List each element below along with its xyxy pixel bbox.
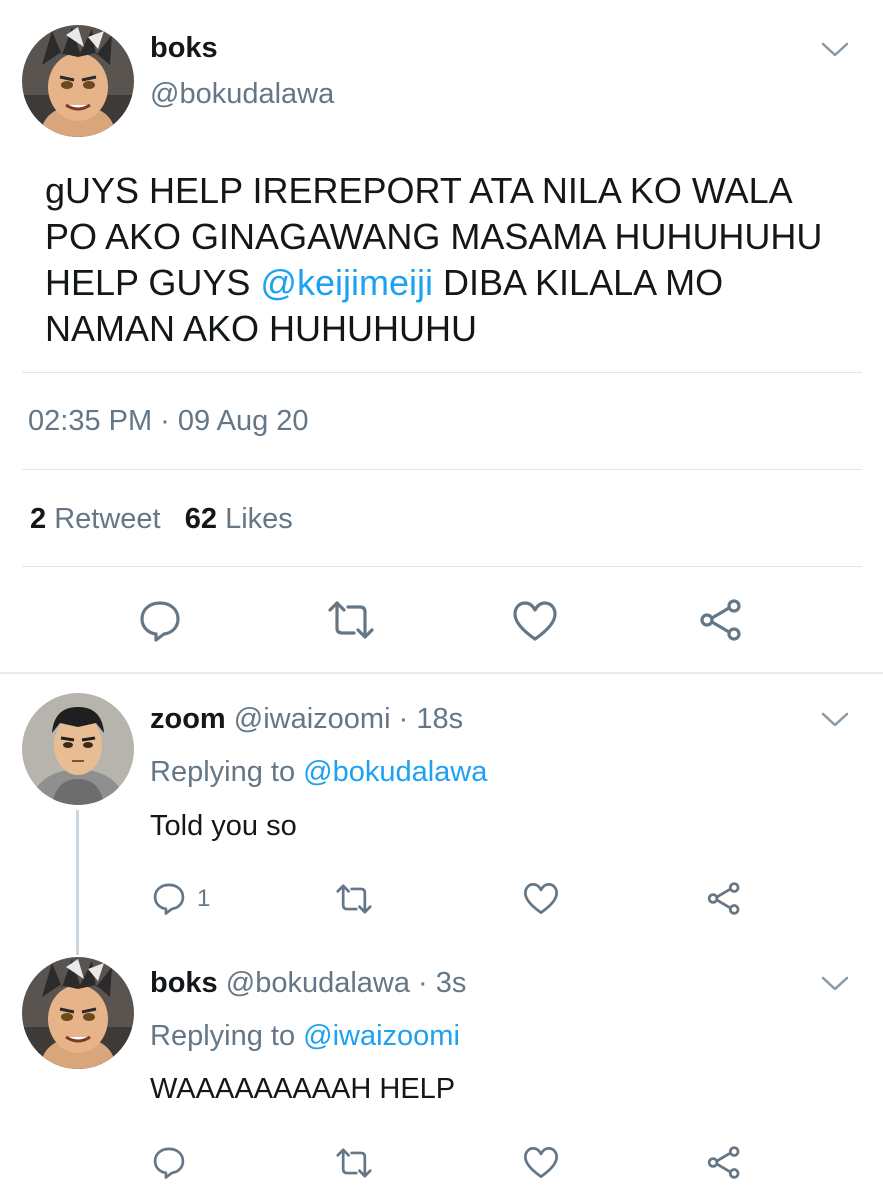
speech-bubble-icon[interactable] [152,881,186,915]
speech-bubble-icon[interactable] [152,1145,186,1179]
divider [22,566,862,567]
retweet-arrows-icon[interactable] [334,1146,374,1180]
retweet-arrows-icon[interactable] [326,598,376,642]
heart-icon[interactable] [512,600,558,642]
replying-to-link[interactable]: @iwaizoomi [303,1020,460,1052]
replying-to: Replying to @bokudalawa [150,756,487,789]
heart-icon[interactable] [523,1146,559,1179]
reply-header: zoom @iwaizoomi · 18s [150,703,463,736]
replying-label: Replying to [150,1020,296,1052]
user-handle[interactable]: @bokudalawa [150,78,334,111]
timestamp[interactable]: 02:35 PM · 09 Aug 20 [28,405,309,438]
section-divider [0,672,883,674]
display-name[interactable]: zoom [150,703,226,735]
reply-count: 1 [197,885,211,912]
avatar[interactable] [22,693,134,805]
chevron-down-icon[interactable] [820,40,850,60]
user-handle[interactable]: @bokudalawa [226,967,410,999]
speech-bubble-icon[interactable] [138,598,182,642]
retweet-arrows-icon[interactable] [334,882,374,916]
relative-time[interactable]: · 18s [399,703,463,735]
mention-link[interactable]: @keijimeiji [260,262,433,303]
replying-to: Replying to @iwaizoomi [150,1020,460,1053]
replying-to-link[interactable]: @bokudalawa [303,756,487,788]
display-name[interactable]: boks [150,967,218,999]
divider [22,372,862,373]
retweet-stat[interactable]: 2 Retweet [30,503,161,535]
user-handle[interactable]: @iwaizoomi [234,703,391,735]
share-nodes-icon[interactable] [706,1145,742,1180]
retweet-count: 2 [30,503,47,535]
tweet-text: gUYS HELP IREREPORT ATA NILA KO WALA PO … [45,168,845,352]
heart-icon[interactable] [523,882,559,915]
thread-line [76,810,79,955]
reply-header: boks @bokudalawa · 3s [150,967,466,1000]
display-name[interactable]: boks [150,32,218,65]
avatar[interactable] [22,957,134,1069]
reply-text: Told you so [150,810,297,842]
like-count: 62 [184,503,218,535]
share-nodes-icon[interactable] [698,598,744,642]
chevron-down-icon[interactable] [820,974,850,994]
likes-label: Likes [225,503,293,535]
divider [22,469,862,470]
chevron-down-icon[interactable] [820,710,850,730]
engagement-stats: 2 Retweet 62 Likes [30,503,293,536]
retweet-label: Retweet [54,503,161,535]
relative-time[interactable]: · 3s [418,967,466,999]
replying-label: Replying to [150,756,296,788]
reply-text: WAAAAAAAAAH HELP [150,1073,456,1105]
share-nodes-icon[interactable] [706,881,742,916]
likes-stat[interactable]: 62 Likes [185,503,293,535]
avatar[interactable] [22,25,134,137]
